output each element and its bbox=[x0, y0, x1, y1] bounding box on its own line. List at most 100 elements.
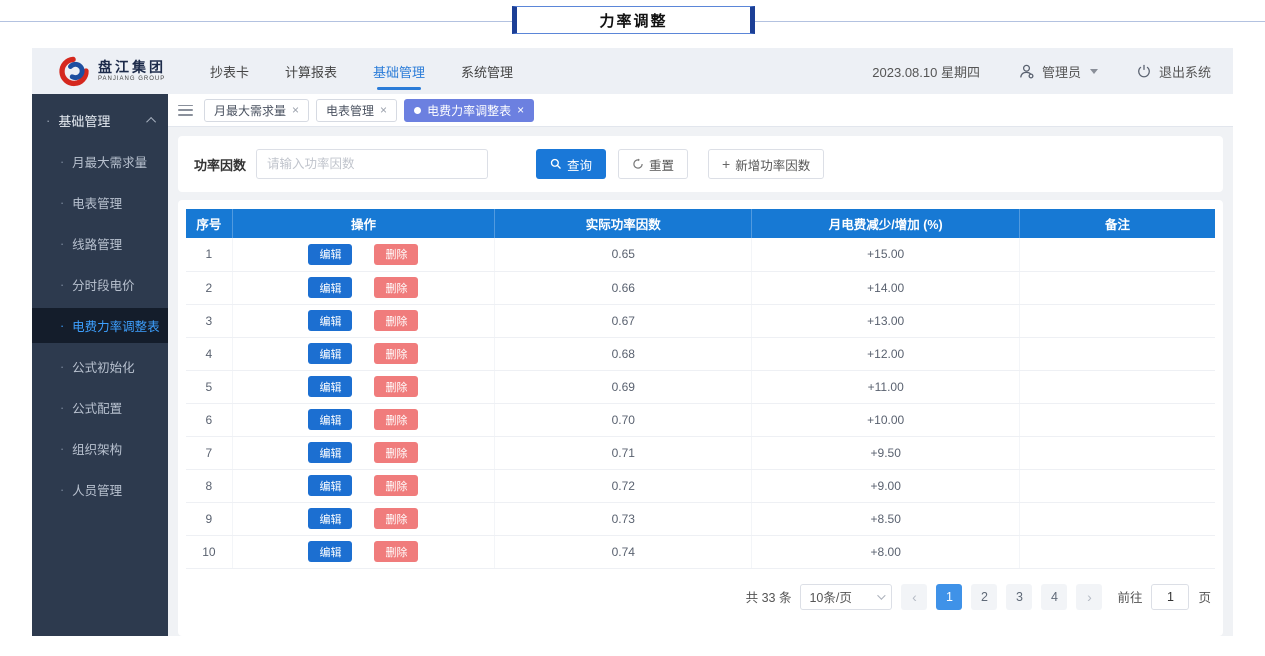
delete-button[interactable]: 删除 bbox=[374, 475, 418, 496]
row-factor: 0.68 bbox=[495, 337, 752, 370]
delete-button[interactable]: 删除 bbox=[374, 541, 418, 562]
page-number-button[interactable]: 4 bbox=[1041, 584, 1067, 610]
sidebar-item[interactable]: · 组织架构 bbox=[32, 431, 168, 466]
sidebar-item[interactable]: · 线路管理 bbox=[32, 226, 168, 261]
nav-item-label: 系统管理 bbox=[461, 62, 513, 81]
page-size-select[interactable]: 10条/页 bbox=[800, 584, 892, 610]
bullet-icon: · bbox=[60, 237, 64, 251]
add-power-factor-button[interactable]: + 新增功率因数 bbox=[708, 149, 824, 179]
goto-page-input[interactable] bbox=[1151, 584, 1189, 610]
sidebar-item[interactable]: · 电表管理 bbox=[32, 185, 168, 220]
row-actions: 编辑 删除 bbox=[233, 310, 494, 331]
next-page-button[interactable]: › bbox=[1076, 584, 1102, 610]
edit-button[interactable]: 编辑 bbox=[308, 277, 352, 298]
row-remark bbox=[1019, 337, 1215, 370]
sidebar-item[interactable]: · 分时段电价 bbox=[32, 267, 168, 302]
delete-button[interactable]: 删除 bbox=[374, 442, 418, 463]
row-actions: 编辑 删除 bbox=[233, 541, 494, 562]
tab[interactable]: 电费力率调整表 × bbox=[404, 99, 534, 122]
page-number-button[interactable]: 2 bbox=[971, 584, 997, 610]
delete-button[interactable]: 删除 bbox=[374, 409, 418, 430]
table-row: 1 编辑 删除 0.65 +15.00 bbox=[186, 238, 1215, 271]
goto-suffix: 页 bbox=[1198, 587, 1211, 606]
row-actions: 编辑 删除 bbox=[233, 277, 494, 298]
nav-item[interactable]: 基础管理 bbox=[373, 48, 425, 94]
delete-button[interactable]: 删除 bbox=[374, 508, 418, 529]
tab-close-icon[interactable]: × bbox=[380, 103, 387, 117]
sidebar-item-label: 月最大需求量 bbox=[72, 152, 147, 171]
page-number-button[interactable]: 1 bbox=[936, 584, 962, 610]
sidebar-item[interactable]: · 人员管理 bbox=[32, 472, 168, 507]
page-title: 力率调整 bbox=[599, 10, 667, 31]
edit-button[interactable]: 编辑 bbox=[308, 376, 352, 397]
row-adjust: +15.00 bbox=[752, 238, 1020, 271]
tab-close-icon[interactable]: × bbox=[517, 103, 524, 117]
bullet-icon: · bbox=[60, 278, 64, 292]
tab-list-icon[interactable] bbox=[178, 105, 193, 116]
row-actions: 编辑 删除 bbox=[233, 343, 494, 364]
col-actions: 操作 bbox=[232, 209, 494, 238]
active-dot-icon bbox=[414, 107, 421, 114]
nav-item[interactable]: 系统管理 bbox=[461, 48, 513, 94]
bullet-icon: · bbox=[60, 319, 64, 333]
content-area: 月最大需求量 × 电表管理 × 电费力率调整表 × 功率因数 bbox=[168, 94, 1233, 636]
sidebar-item[interactable]: · 月最大需求量 bbox=[32, 144, 168, 179]
table-row: 5 编辑 删除 0.69 +11.00 bbox=[186, 370, 1215, 403]
tab[interactable]: 月最大需求量 × bbox=[204, 99, 309, 122]
edit-button[interactable]: 编辑 bbox=[308, 310, 352, 331]
app-body: · 基础管理 · 月最大需求量 · 电表管理 · 线路管理 · 分时段电价 · bbox=[32, 94, 1233, 636]
col-remark: 备注 bbox=[1019, 209, 1215, 238]
edit-button[interactable]: 编辑 bbox=[308, 442, 352, 463]
reset-button[interactable]: 重置 bbox=[618, 149, 688, 179]
row-remark bbox=[1019, 238, 1215, 271]
row-adjust: +9.50 bbox=[752, 436, 1020, 469]
row-adjust: +8.50 bbox=[752, 502, 1020, 535]
col-factor: 实际功率因数 bbox=[495, 209, 752, 238]
tab[interactable]: 电表管理 × bbox=[316, 99, 397, 122]
nav-item[interactable]: 抄表卡 bbox=[210, 48, 249, 94]
power-factor-table: 序号 操作 实际功率因数 月电费减少/增加 (%) 备注 1 编辑 删除 bbox=[186, 209, 1215, 569]
edit-button[interactable]: 编辑 bbox=[308, 508, 352, 529]
chevron-up-icon bbox=[146, 117, 156, 127]
edit-button[interactable]: 编辑 bbox=[308, 244, 352, 265]
sidebar-item[interactable]: · 公式初始化 bbox=[32, 349, 168, 384]
row-adjust: +12.00 bbox=[752, 337, 1020, 370]
row-adjust: +13.00 bbox=[752, 304, 1020, 337]
edit-button[interactable]: 编辑 bbox=[308, 541, 352, 562]
sidebar-items: · 月最大需求量 · 电表管理 · 线路管理 · 分时段电价 · 电费力率调整表… bbox=[32, 141, 168, 510]
tab-close-icon[interactable]: × bbox=[292, 103, 299, 117]
table-row: 8 编辑 删除 0.72 +9.00 bbox=[186, 469, 1215, 502]
page-number-button[interactable]: 3 bbox=[1006, 584, 1032, 610]
edit-button[interactable]: 编辑 bbox=[308, 343, 352, 364]
add-button-label: 新增功率因数 bbox=[735, 155, 810, 174]
nav-item-label: 计算报表 bbox=[285, 62, 337, 81]
row-seq: 7 bbox=[186, 436, 232, 469]
edit-button[interactable]: 编辑 bbox=[308, 475, 352, 496]
delete-button[interactable]: 删除 bbox=[374, 343, 418, 364]
refresh-icon bbox=[632, 158, 644, 170]
delete-button[interactable]: 删除 bbox=[374, 244, 418, 265]
logout-button[interactable]: 退出系统 bbox=[1136, 62, 1211, 81]
tab-bar: 月最大需求量 × 电表管理 × 电费力率调整表 × bbox=[168, 94, 1233, 127]
delete-button[interactable]: 删除 bbox=[374, 277, 418, 298]
sidebar-item[interactable]: · 公式配置 bbox=[32, 390, 168, 425]
chevron-down-icon bbox=[1090, 69, 1098, 74]
row-remark bbox=[1019, 469, 1215, 502]
edit-button[interactable]: 编辑 bbox=[308, 409, 352, 430]
nav-item[interactable]: 计算报表 bbox=[285, 48, 337, 94]
prev-page-button[interactable]: ‹ bbox=[901, 584, 927, 610]
delete-button[interactable]: 删除 bbox=[374, 376, 418, 397]
sidebar-group-basic-management[interactable]: · 基础管理 bbox=[32, 100, 168, 141]
sidebar-item-label: 电费力率调整表 bbox=[72, 316, 160, 335]
bullet-icon: · bbox=[60, 483, 64, 497]
sidebar-item-label: 组织架构 bbox=[72, 439, 122, 458]
reset-button-label: 重置 bbox=[649, 155, 674, 174]
user-menu[interactable]: 管理员 bbox=[1018, 62, 1098, 81]
sidebar-item[interactable]: · 电费力率调整表 bbox=[32, 308, 168, 343]
power-factor-input[interactable] bbox=[256, 149, 488, 179]
logo-subtitle: PANJIANG GROUP bbox=[98, 76, 166, 82]
logout-label: 退出系统 bbox=[1159, 62, 1211, 81]
delete-button[interactable]: 删除 bbox=[374, 310, 418, 331]
tab-label: 电费力率调整表 bbox=[427, 102, 511, 119]
search-button[interactable]: 查询 bbox=[536, 149, 606, 179]
